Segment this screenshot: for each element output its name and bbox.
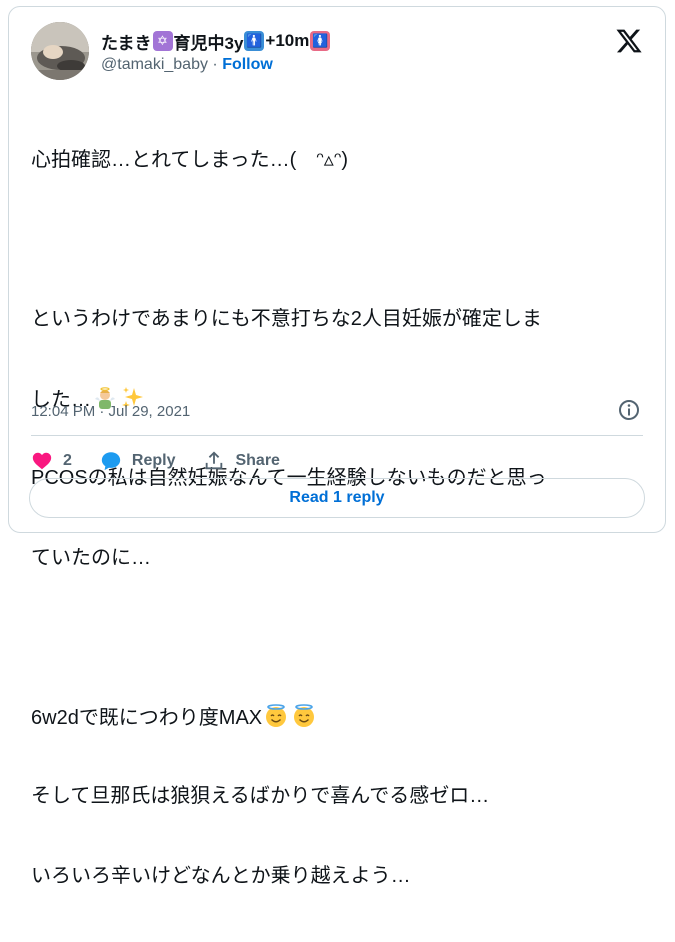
display-name-row[interactable]: たまき ✡ 育児中3y 🚹 +10m 🚺 (101, 28, 331, 54)
tweet-line: いろいろ辛いけどなんとか乗り越えよう… (31, 864, 411, 887)
tweet-line: そして旦那氏は狼狽えるばかりで喜んでる感ゼロ… (31, 785, 490, 807)
halo-face-emoji (294, 703, 315, 727)
tweet-header: たまき ✡ 育児中3y 🚹 +10m 🚺 @tamaki_baby · Foll… (31, 21, 643, 85)
heart-icon (32, 452, 52, 470)
share-button[interactable]: Share (203, 450, 280, 472)
reply-bubble-icon (101, 452, 121, 471)
reply-label: Reply (131, 452, 176, 469)
read-reply-button[interactable]: Read 1 reply (29, 478, 645, 518)
tweet-timestamp[interactable]: 12:04 PM · Jul 29, 2021 (31, 403, 190, 420)
reply-button[interactable]: Reply (100, 450, 176, 472)
display-name-part3: +10m (265, 31, 310, 50)
tweet-line: 心拍確認…とれてしまった…( ᵔ▵ᵔ) (31, 149, 349, 171)
tweet-line-text: 6w2dで既につわり度MAX (31, 706, 263, 729)
action-bar: 2 Reply Share (31, 447, 308, 475)
handle-row: @tamaki_baby · Follow (101, 56, 273, 74)
star-of-david-emoji: ✡ (152, 31, 173, 51)
mens-symbol-emoji: 🚹 (244, 31, 265, 51)
tweet-line: というわけであまりにも不意打ちな2人目妊娠が確定しま (31, 308, 542, 330)
display-name-part2: 育児中3y (173, 33, 244, 53)
tweet-text: 心拍確認…とれてしまった…( ᵔ▵ᵔ) というわけであまりにも不意打ちな2人目妊… (31, 94, 651, 942)
share-label: Share (235, 452, 280, 469)
tweet-line: ていたのに… (31, 546, 151, 569)
divider (31, 435, 643, 436)
user-avatar[interactable] (31, 22, 89, 80)
x-logo-icon[interactable] (615, 27, 643, 55)
halo-face-emoji (266, 703, 287, 727)
tweet-card: たまき ✡ 育児中3y 🚹 +10m 🚺 @tamaki_baby · Foll… (8, 6, 666, 887)
womens-symbol-emoji: 🚺 (310, 31, 331, 51)
share-icon (206, 451, 223, 470)
tweet-line (31, 227, 651, 254)
tweet-line (31, 624, 651, 651)
info-icon[interactable] (617, 398, 641, 422)
like-count: 2 (63, 452, 72, 469)
display-name: たまき (101, 33, 152, 53)
follow-link[interactable]: Follow (222, 56, 273, 73)
like-button[interactable]: 2 (31, 450, 72, 472)
user-handle[interactable]: @tamaki_baby (101, 56, 208, 73)
handle-separator: · (207, 56, 223, 73)
tweet-line-with-emoji: 6w2dで既につわり度MAX (31, 703, 651, 731)
